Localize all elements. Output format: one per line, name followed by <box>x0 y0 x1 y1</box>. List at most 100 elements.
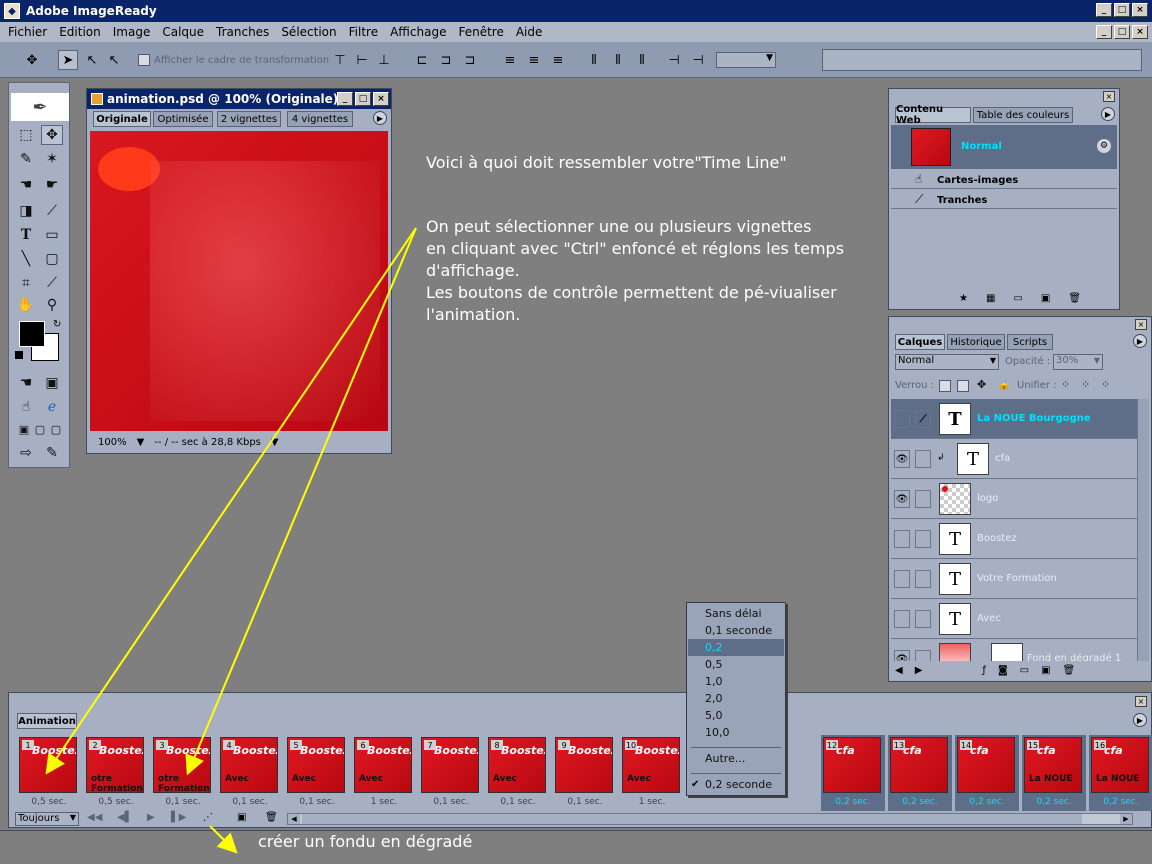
opacity-field[interactable]: 30% ▼ <box>1053 354 1103 370</box>
layer-style-icon[interactable]: ƒ <box>982 665 986 676</box>
web-trash-icon[interactable]: 🗑 <box>1068 293 1081 304</box>
eye-icon[interactable]: 👁 <box>894 650 910 661</box>
menu-image[interactable]: Image <box>113 25 151 39</box>
move-tool-icon[interactable]: ✥ <box>41 125 63 145</box>
arrow-icon[interactable]: ↖ <box>82 50 102 70</box>
delay-option-current[interactable]: 0,2 seconde <box>688 776 784 793</box>
crop-tool-icon[interactable]: ⌗ <box>15 273 37 293</box>
tab-calques[interactable]: Calques <box>895 334 945 350</box>
options-select[interactable]: ▼ <box>716 52 776 68</box>
brush-icon[interactable]: ⟋ <box>915 410 931 428</box>
tab-table-couleurs[interactable]: Table des couleurs <box>973 107 1073 123</box>
rollover-preview-icon[interactable]: ☝ <box>15 397 37 417</box>
eraser-tool-icon[interactable]: ◨ <box>15 201 37 221</box>
layers-scroll-left-icon[interactable]: ◀ <box>895 665 903 676</box>
scroll-left-icon[interactable]: ◀ <box>288 814 300 824</box>
default-colors-icon[interactable] <box>15 351 23 359</box>
distribute-right-icon[interactable]: ⫴ <box>632 50 652 70</box>
magic-wand-tool-icon[interactable]: ✶ <box>41 149 63 169</box>
move-select-icon[interactable]: ➤ <box>58 50 78 70</box>
frame-delay[interactable]: 0,5 sec. <box>84 797 148 807</box>
tab-contenu-web[interactable]: Contenu Web <box>895 104 971 126</box>
hand-tool-icon[interactable]: ✋ <box>15 295 37 315</box>
menu-filtre[interactable]: Filtre <box>349 25 378 39</box>
distribute-vcenter-icon[interactable]: ≡ <box>524 50 544 70</box>
layer-visibility-toggle[interactable] <box>894 530 910 548</box>
delay-option[interactable]: 0,5 <box>688 656 784 673</box>
layer-fond-degrade[interactable]: 👁 Fond en dégradé 1 <box>891 639 1139 661</box>
web-item-options-icon[interactable]: ⚙ <box>1097 139 1111 153</box>
animation-frame[interactable]: 3 Boostez otre Formation 0,1 sec. <box>151 735 215 811</box>
tab-optimisee[interactable]: Optimisée <box>153 111 213 127</box>
eye-icon[interactable]: 👁 <box>894 450 910 468</box>
transform-checkbox[interactable] <box>138 54 150 66</box>
duplicate-frame-icon[interactable]: ▣ <box>237 812 246 823</box>
delete-layer-icon[interactable]: 🗑 <box>1063 665 1076 676</box>
frame-delay[interactable]: 0,1 sec. <box>419 797 483 807</box>
frame-delay[interactable]: 0,5 sec. <box>17 797 81 807</box>
brush-tool-icon[interactable]: ⟋ <box>41 201 63 221</box>
web-new-item-icon[interactable]: ▣ <box>1041 293 1050 304</box>
distribute-top-icon[interactable]: ≡ <box>500 50 520 70</box>
toggle-view-icon[interactable]: ▢ <box>45 419 67 439</box>
tab-scripts[interactable]: Scripts <box>1007 334 1053 350</box>
frame-delay[interactable]: 0,2 sec. <box>1089 797 1152 807</box>
delete-frame-icon[interactable]: 🗑 <box>265 812 278 823</box>
eye-icon[interactable]: 👁 <box>894 490 910 508</box>
scroll-right-icon[interactable]: ▶ <box>1120 814 1132 824</box>
layer-mask-icon[interactable]: ◙ <box>998 665 1008 676</box>
layer-votre-formation[interactable]: T Votre Formation <box>891 559 1139 599</box>
layers-scrollbar[interactable] <box>1137 399 1149 661</box>
layer-avec[interactable]: T Avec <box>891 599 1139 639</box>
frame-delay[interactable]: 0,2 sec. <box>821 797 885 807</box>
delay-option[interactable]: 5,0 <box>688 707 784 724</box>
tab-historique[interactable]: Historique <box>947 334 1005 350</box>
rectangle-tool-icon[interactable]: ▭ <box>41 225 63 245</box>
edit-in-photoshop-icon[interactable]: ✎ <box>41 443 63 463</box>
layer-visibility-toggle[interactable] <box>894 610 910 628</box>
frame-delay[interactable]: 0,2 sec. <box>888 797 952 807</box>
tab-2-vignettes[interactable]: 2 vignettes <box>217 111 281 127</box>
frame-delay[interactable]: 1 sec. <box>620 797 684 807</box>
web-panel-close-icon[interactable]: × <box>1103 91 1115 102</box>
menu-selection[interactable]: Sélection <box>281 25 336 39</box>
lock-transparency-checkbox[interactable] <box>939 380 951 392</box>
unify-position-icon[interactable]: ⁘ <box>1061 378 1070 391</box>
zoom-tool-icon[interactable]: ⚲ <box>41 295 63 315</box>
frame-delay[interactable]: 0,1 sec. <box>285 797 349 807</box>
animation-frame[interactable]: 2 Boostez otre Formation 0,5 sec. <box>84 735 148 811</box>
move-tool-icon[interactable]: ✥ <box>22 50 42 70</box>
document-minimize-button[interactable]: _ <box>337 92 353 106</box>
menu-fenetre[interactable]: Fenêtre <box>458 25 503 39</box>
animation-frame[interactable]: 15 cfa La NOUE 0,2 sec. <box>1022 735 1086 811</box>
line-tool-icon[interactable]: ╲ <box>15 249 37 269</box>
lock-all-icon[interactable]: 🔒 <box>997 378 1011 391</box>
align-vcenter-icon[interactable]: ⊢ <box>352 50 372 70</box>
animation-frame[interactable]: 4 Boostez Avec 0,1 sec. <box>218 735 282 811</box>
close-button[interactable]: × <box>1132 3 1148 17</box>
document-maximize-button[interactable]: □ <box>355 92 371 106</box>
doc-close-button[interactable]: × <box>1132 25 1148 39</box>
layer-link-toggle[interactable] <box>915 650 931 661</box>
match-width-icon[interactable]: ⊣ <box>664 50 684 70</box>
menu-fichier[interactable]: Fichier <box>8 25 47 39</box>
lasso-tool-icon[interactable]: ✎ <box>15 149 37 169</box>
frame-delay[interactable]: 0,1 sec. <box>486 797 550 807</box>
zoom-chevron-icon[interactable]: ▼ <box>137 437 145 448</box>
download-speed[interactable]: -- / -- sec à 28,8 Kbps <box>154 437 261 448</box>
minimize-button[interactable]: _ <box>1096 3 1112 17</box>
previous-frame-icon[interactable]: ◀▌ <box>117 812 132 823</box>
swap-colors-icon[interactable]: ↻ <box>53 319 61 330</box>
layers-panel-close-icon[interactable]: × <box>1135 319 1147 330</box>
delay-option[interactable]: 1,0 <box>688 673 784 690</box>
layer-logo[interactable]: 👁 logo <box>891 479 1139 519</box>
transform-option[interactable]: Afficher le cadre de transformation <box>138 54 329 66</box>
web-item-cartes-images[interactable]: ☝ Cartes-images <box>891 171 1117 189</box>
jump-to-photoshop-icon[interactable]: ⇨ <box>15 443 37 463</box>
layer-boostez[interactable]: T Boostez <box>891 519 1139 559</box>
arrow-alt-icon[interactable]: ↖ <box>104 50 124 70</box>
animation-frame[interactable]: 12 cfa 0,2 sec. <box>821 735 885 811</box>
web-item-normal[interactable]: Normal ⚙ <box>891 125 1117 169</box>
web-folder-icon[interactable]: ▭ <box>1013 293 1022 304</box>
layer-visibility-toggle[interactable] <box>894 410 910 428</box>
